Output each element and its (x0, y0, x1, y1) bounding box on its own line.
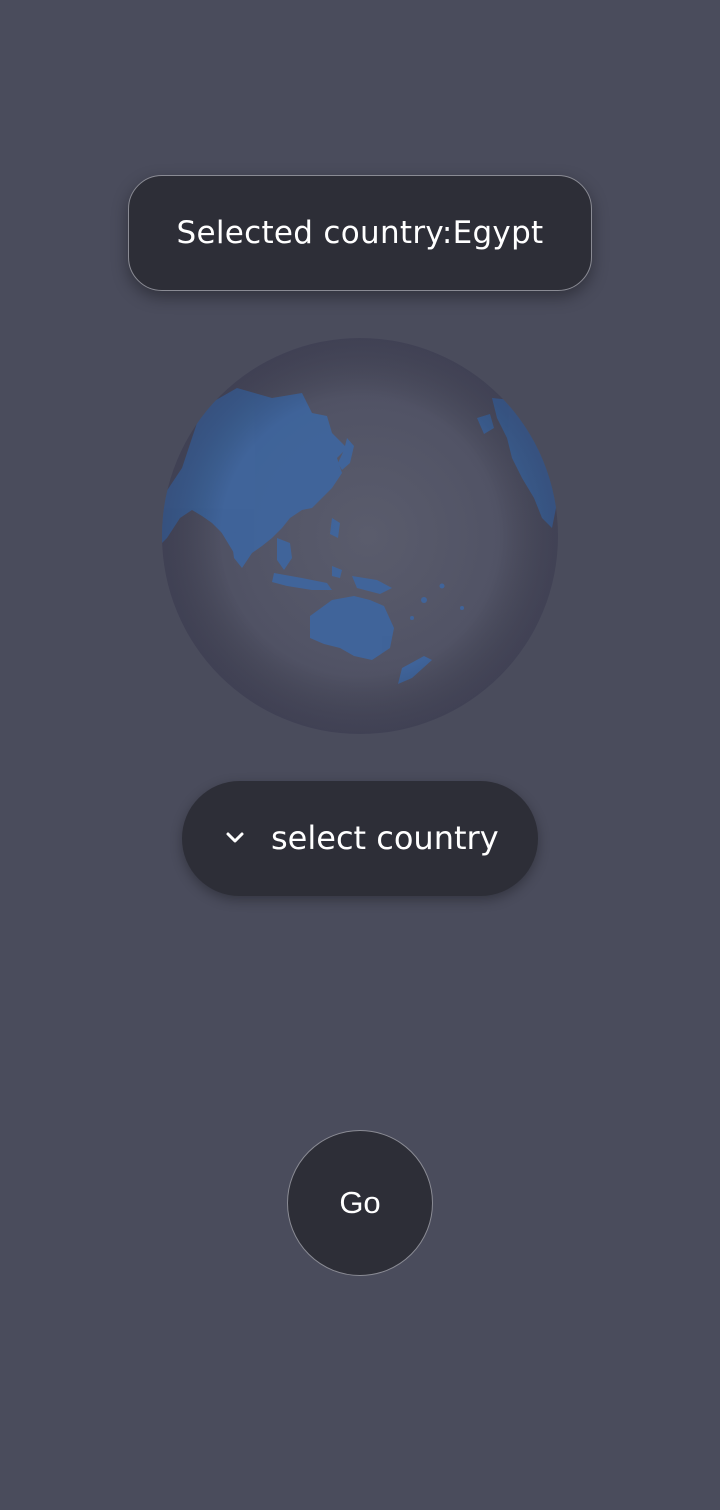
go-button[interactable]: Go (287, 1130, 433, 1276)
country-dropdown-label: select country (271, 819, 499, 857)
country-dropdown[interactable]: select country (182, 781, 538, 896)
selected-country-value: Egypt (452, 215, 544, 251)
selected-country-display: Selected country: Egypt (128, 175, 592, 291)
chevron-down-icon (226, 832, 244, 843)
selected-country-prefix: Selected country: (176, 215, 453, 251)
globe-icon[interactable] (162, 338, 558, 734)
